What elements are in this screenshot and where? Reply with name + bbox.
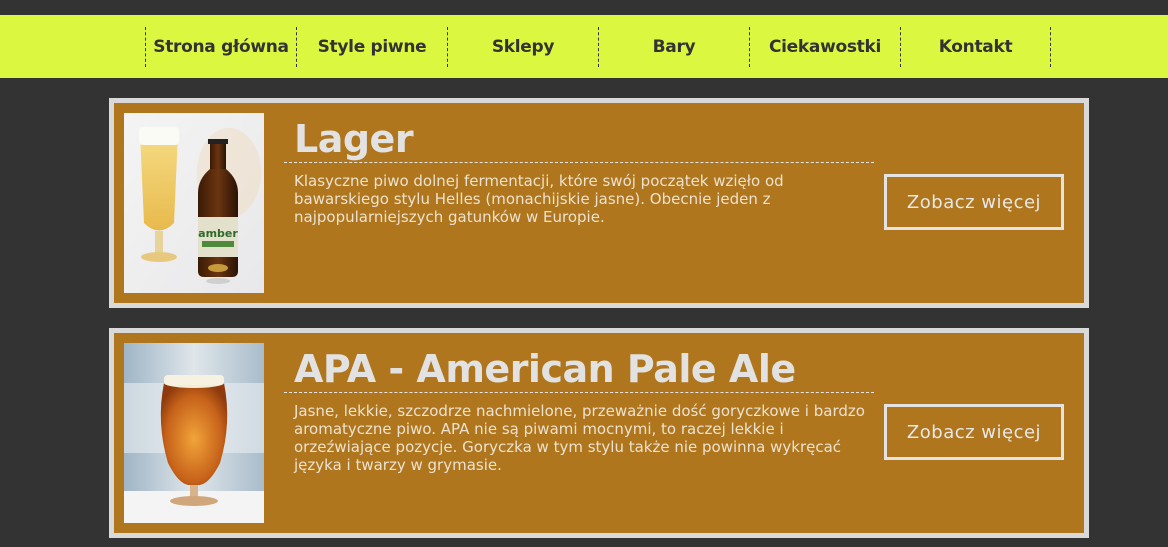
beer-card-lager: amber Lager Klasyczne piwo dolnej fermen… [109, 98, 1089, 308]
top-strip [0, 0, 1168, 15]
nav-item-home[interactable]: Strona główna [145, 27, 296, 67]
card-title: Lager [294, 117, 414, 161]
beer-card-apa: APA - American Pale Ale Jasne, lekkie, s… [109, 328, 1089, 538]
apa-photo [124, 343, 264, 523]
nav-item-bars[interactable]: Bary [598, 27, 749, 67]
nav-list: Strona główna Style piwne Sklepy Bary Ci… [145, 27, 1051, 67]
card-divider [284, 162, 874, 163]
nav-item-contact[interactable]: Kontakt [900, 27, 1051, 67]
nav-item-shops[interactable]: Sklepy [447, 27, 598, 67]
main-navbar: Strona główna Style piwne Sklepy Bary Ci… [0, 15, 1168, 78]
nav-item-trivia[interactable]: Ciekawostki [749, 27, 900, 67]
card-divider [284, 392, 874, 393]
see-more-button[interactable]: Zobacz więcej [884, 404, 1064, 460]
card-title: APA - American Pale Ale [294, 347, 796, 391]
nav-item-beer-styles[interactable]: Style piwne [296, 27, 447, 67]
see-more-button[interactable]: Zobacz więcej [884, 174, 1064, 230]
card-description: Jasne, lekkie, szczodrze nachmielone, pr… [294, 402, 865, 474]
card-description: Klasyczne piwo dolnej fermentacji, które… [294, 172, 784, 226]
svg-text:amber: amber [198, 227, 238, 240]
lager-photo: amber [124, 113, 264, 293]
